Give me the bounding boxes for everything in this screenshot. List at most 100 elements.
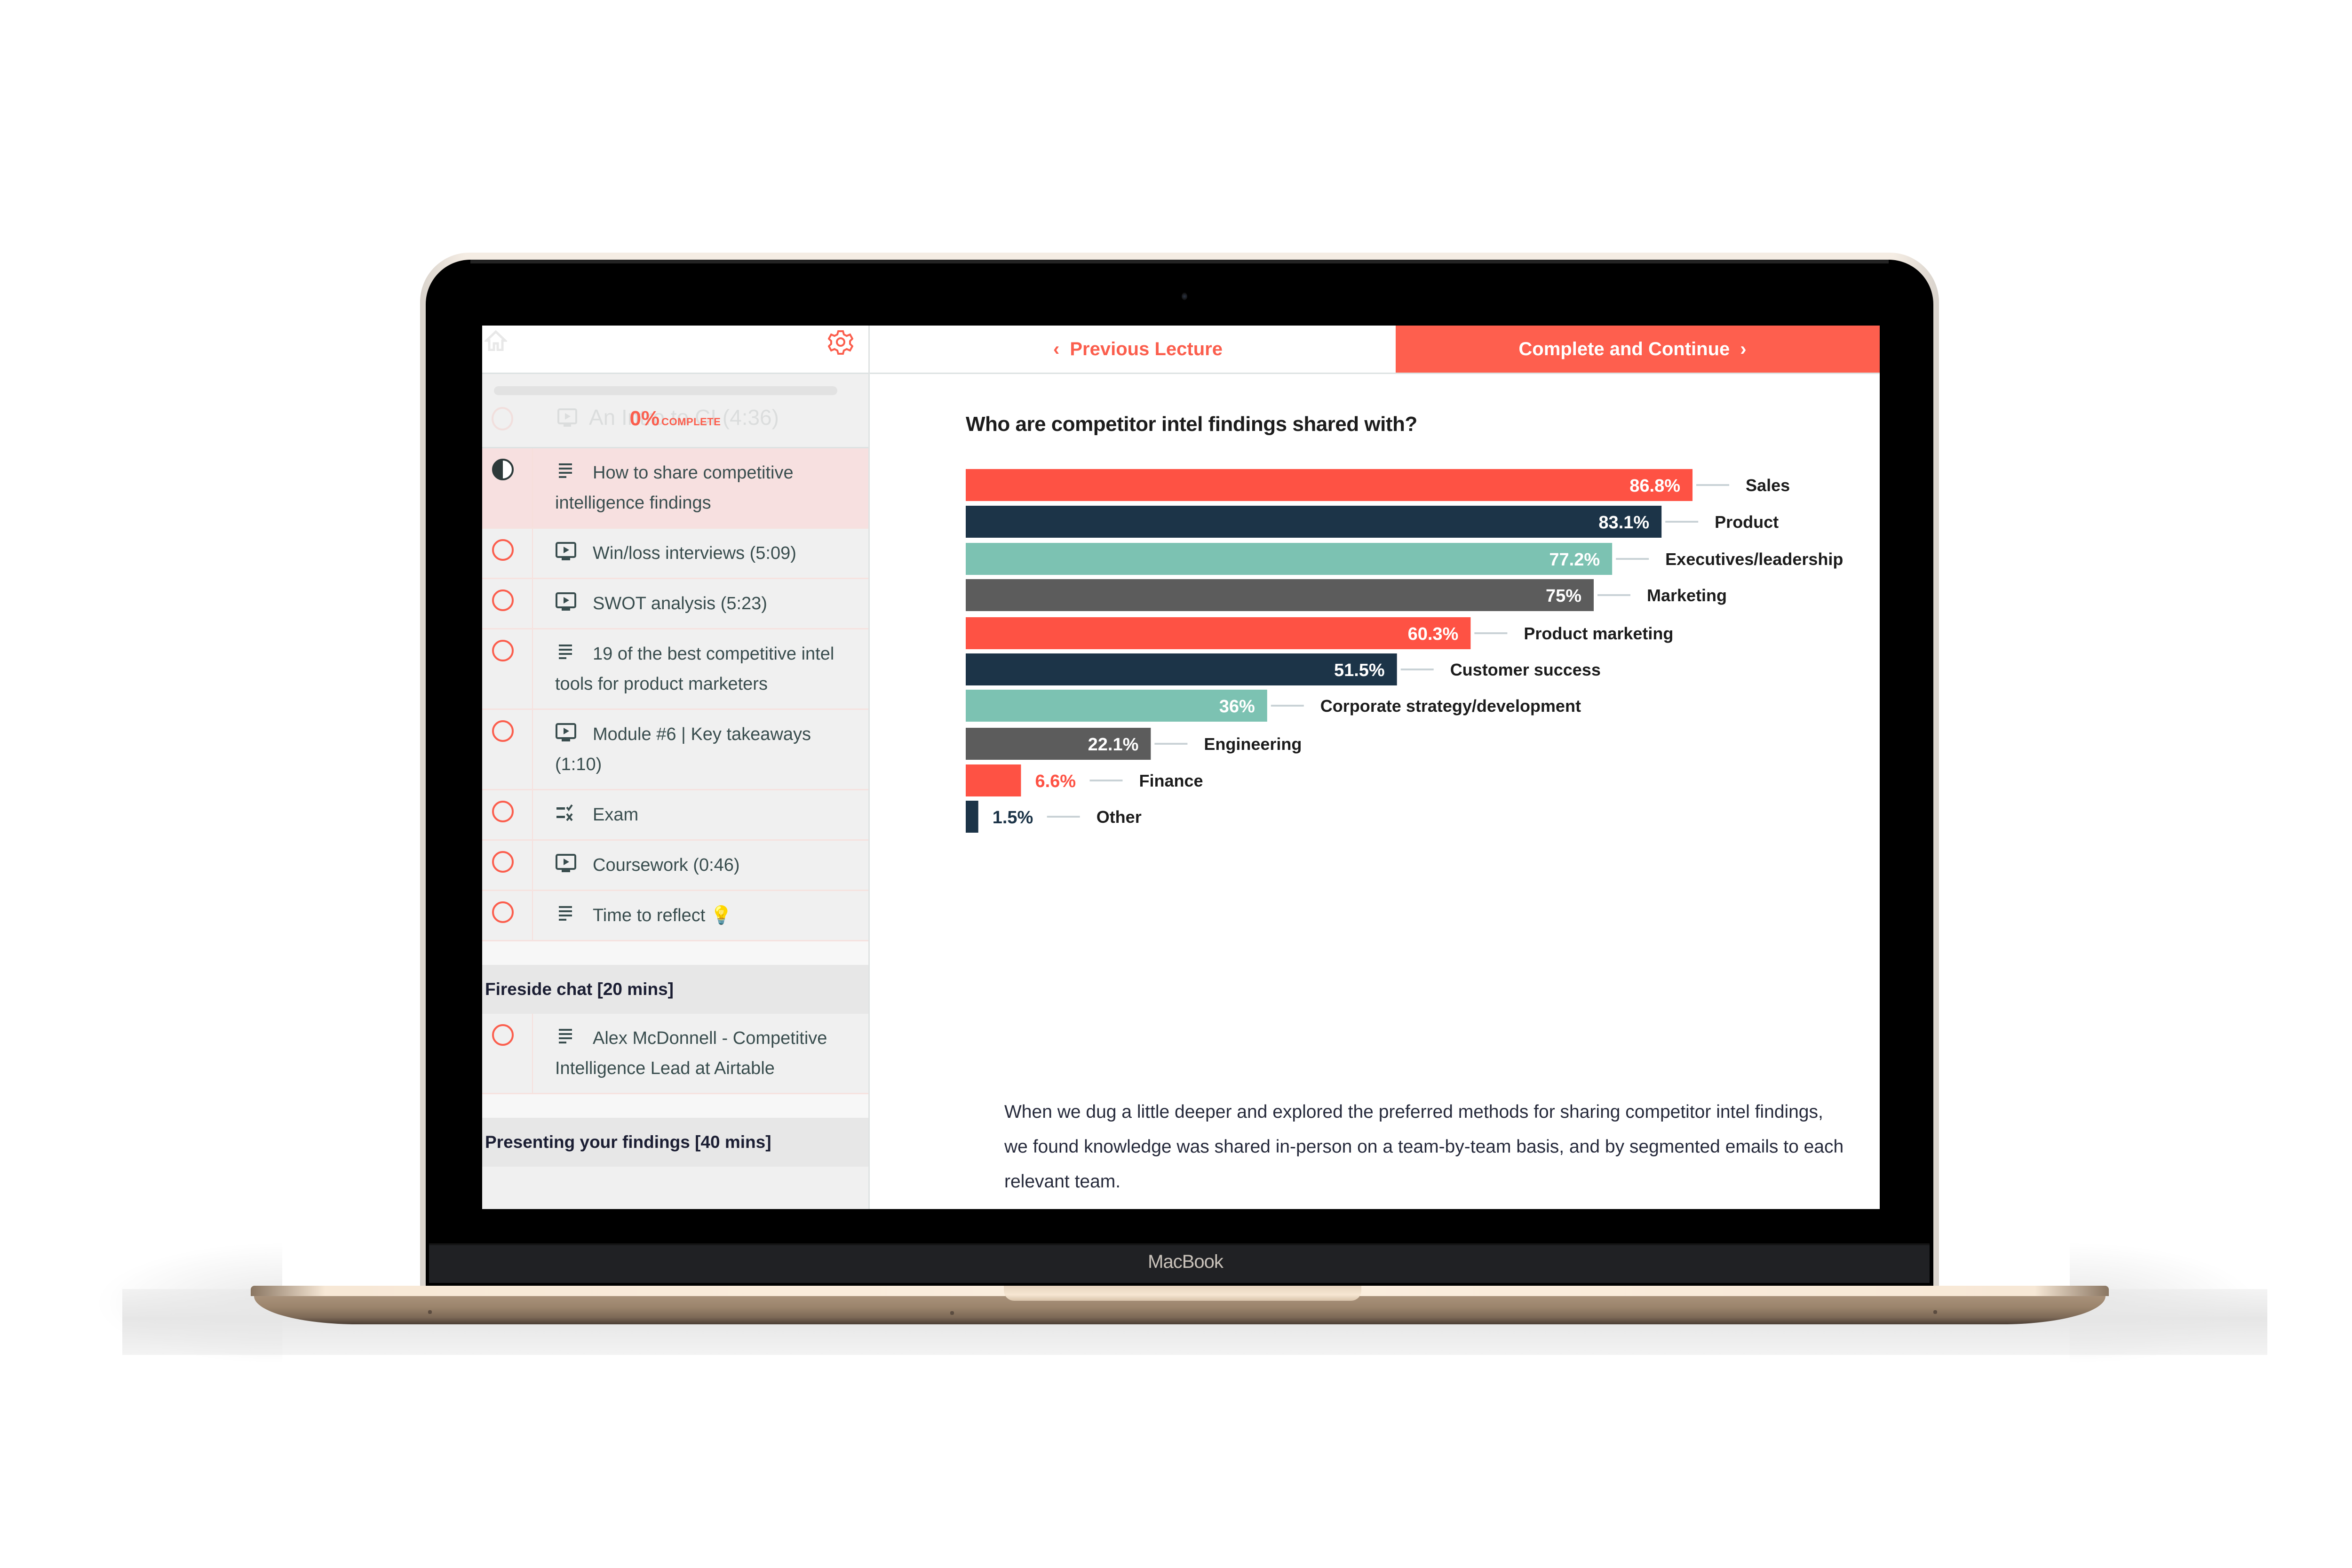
lesson-title: Alex McDonnell - Competitive Intelligenc… bbox=[555, 1028, 827, 1078]
value-label: 86.8% bbox=[1629, 476, 1680, 496]
lecture-nav-bar: ‹ Previous Lecture Complete and Continue… bbox=[870, 326, 1880, 374]
bar-other bbox=[966, 801, 978, 833]
progress-complete-label: COMPLETE bbox=[661, 416, 721, 428]
lesson-item[interactable]: Module #6 | Key takeaways (1:10) bbox=[482, 710, 868, 790]
quiz-icon bbox=[556, 804, 573, 821]
value-label: 77.2% bbox=[1549, 550, 1600, 570]
lesson-body: Alex McDonnell - Competitive Intelligenc… bbox=[555, 1014, 868, 1093]
laptop-hinge-notch bbox=[1004, 1286, 1361, 1301]
incomplete-circle-icon[interactable] bbox=[492, 589, 514, 611]
lesson-title: Time to reflect 💡 bbox=[593, 906, 733, 925]
complete-and-continue-label: Complete and Continue bbox=[1518, 338, 1730, 359]
status-column bbox=[482, 790, 533, 839]
video-icon bbox=[556, 542, 576, 560]
gear-icon[interactable] bbox=[828, 329, 853, 355]
lesson-body: Time to reflect 💡 bbox=[555, 891, 868, 940]
laptop-foot bbox=[1933, 1310, 1937, 1314]
category-label: Marketing bbox=[1647, 586, 1727, 605]
category-label: Product bbox=[1715, 512, 1779, 532]
section-title[interactable]: Presenting your findings [40 mins] bbox=[482, 1118, 868, 1167]
article-paragraph: When we dug a little deeper and explored… bbox=[1004, 1102, 1844, 1192]
status-column bbox=[482, 529, 533, 578]
lesson-body: Module #6 | Key takeaways (1:10) bbox=[555, 710, 868, 789]
incomplete-circle-icon[interactable] bbox=[492, 901, 514, 923]
category-label: Product marketing bbox=[1524, 624, 1673, 643]
lesson-item[interactable]: Time to reflect 💡 bbox=[482, 891, 868, 941]
complete-and-continue-button[interactable]: Complete and Continue › bbox=[1396, 326, 1880, 373]
status-column bbox=[482, 1014, 533, 1093]
laptop-foot bbox=[950, 1311, 954, 1315]
progress-label: 0% COMPLETE bbox=[482, 407, 868, 430]
incomplete-circle-icon[interactable] bbox=[492, 851, 514, 873]
bar-finance bbox=[966, 764, 1021, 796]
lesson-body: How to share competitive intelligence fi… bbox=[555, 448, 868, 527]
sidebar-header bbox=[482, 326, 868, 374]
chart-title: Who are competitor intel findings shared… bbox=[966, 413, 1417, 436]
lesson-body: 19 of the best competitive intel tools f… bbox=[555, 629, 868, 708]
course-sidebar: An Intro to CI (4:36) 0% COMPLETE How to … bbox=[482, 326, 870, 1209]
lesson-list: How to share competitive intelligence fi… bbox=[482, 448, 868, 1167]
category-label: Sales bbox=[1746, 476, 1790, 495]
category-label: Finance bbox=[1139, 771, 1203, 790]
text-icon bbox=[559, 1029, 572, 1043]
lesson-body: Coursework (0:46) bbox=[555, 841, 868, 890]
incomplete-circle-icon[interactable] bbox=[492, 640, 514, 661]
lesson-item[interactable]: Coursework (0:46) bbox=[482, 841, 868, 891]
lesson-title: SWOT analysis (5:23) bbox=[593, 594, 767, 613]
incomplete-circle-icon[interactable] bbox=[492, 539, 514, 561]
lesson-item[interactable]: Alex McDonnell - Competitive Intelligenc… bbox=[482, 1014, 868, 1094]
section-gap bbox=[482, 941, 868, 965]
chevron-left-icon: ‹ bbox=[1053, 338, 1060, 359]
progress-percent: 0% bbox=[629, 407, 660, 430]
lesson-item[interactable]: How to share competitive intelligence fi… bbox=[482, 448, 868, 529]
home-icon[interactable] bbox=[485, 330, 507, 351]
value-label: 83.1% bbox=[1598, 513, 1649, 533]
lesson-item[interactable]: SWOT analysis (5:23) bbox=[482, 579, 868, 629]
bar-product-marketing bbox=[966, 617, 1471, 649]
previous-lecture-button[interactable]: ‹ Previous Lecture bbox=[870, 326, 1396, 373]
progress-block: An Intro to CI (4:36) 0% COMPLETE bbox=[482, 374, 868, 448]
section-title[interactable]: Fireside chat [20 mins] bbox=[482, 965, 868, 1014]
text-icon bbox=[559, 645, 572, 659]
screen: An Intro to CI (4:36) 0% COMPLETE How to … bbox=[482, 326, 1880, 1209]
status-column bbox=[482, 841, 533, 890]
bar-customer-success bbox=[966, 653, 1397, 685]
category-label: Executives/leadership bbox=[1665, 549, 1843, 569]
surface-shadow-left bbox=[94, 1242, 282, 1364]
lesson-title: 19 of the best competitive intel tools f… bbox=[555, 644, 834, 694]
incomplete-circle-icon[interactable] bbox=[492, 1024, 514, 1046]
video-icon bbox=[556, 854, 576, 872]
bar-executives-leadership bbox=[966, 543, 1613, 575]
lesson-item[interactable]: Exam bbox=[482, 790, 868, 841]
previous-lecture-label: Previous Lecture bbox=[1070, 338, 1223, 359]
lesson-title: Exam bbox=[593, 805, 639, 825]
value-label: 6.6% bbox=[1035, 772, 1076, 791]
value-label: 60.3% bbox=[1408, 624, 1459, 644]
status-column bbox=[482, 710, 533, 789]
bar-chart: 86.8% Sales 83.1% Product 77.2% Executives/le… bbox=[966, 469, 1843, 833]
lesson-body: Exam bbox=[555, 790, 868, 839]
lesson-title: Coursework (0:46) bbox=[593, 855, 740, 875]
lesson-title: Module #6 | Key takeaways (1:10) bbox=[555, 724, 811, 774]
status-column bbox=[482, 448, 533, 527]
value-label: 1.5% bbox=[993, 808, 1033, 828]
bar-sales bbox=[966, 469, 1693, 501]
status-column bbox=[482, 891, 533, 940]
value-label: 51.5% bbox=[1334, 661, 1385, 680]
lesson-title: Win/loss interviews (5:09) bbox=[593, 543, 796, 563]
video-icon bbox=[556, 723, 576, 741]
incomplete-circle-icon[interactable] bbox=[492, 801, 514, 822]
lesson-item[interactable]: 19 of the best competitive intel tools f… bbox=[482, 629, 868, 710]
bar-marketing bbox=[966, 579, 1594, 611]
category-label: Corporate strategy/development bbox=[1320, 696, 1581, 716]
bar-product bbox=[966, 506, 1662, 538]
camera-icon bbox=[1182, 293, 1187, 300]
lesson-item[interactable]: Win/loss interviews (5:09) bbox=[482, 529, 868, 579]
status-column bbox=[482, 629, 533, 708]
category-label: Engineering bbox=[1204, 734, 1302, 754]
progress-bar bbox=[494, 386, 837, 395]
half-complete-icon[interactable] bbox=[492, 459, 514, 480]
incomplete-circle-icon[interactable] bbox=[492, 720, 514, 742]
video-icon bbox=[556, 592, 576, 611]
brand-label: MacBook bbox=[1148, 1251, 1224, 1272]
